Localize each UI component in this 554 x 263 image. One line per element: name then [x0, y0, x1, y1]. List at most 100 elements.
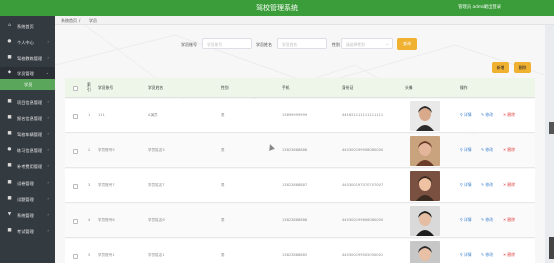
edit-button[interactable]: ✎ 修改: [481, 252, 493, 258]
delete-label: 删除: [507, 112, 515, 117]
close-icon: ✕: [503, 147, 507, 152]
sidebar-item[interactable]: ■ 考试管理 ›: [0, 225, 55, 237]
sidebar-item[interactable]: ⌂ 系统首页: [0, 20, 55, 32]
header-id-card[interactable]: 身份证: [342, 85, 353, 91]
home-icon: ⌂: [8, 23, 11, 28]
header-phone[interactable]: 手机: [282, 85, 290, 91]
breadcrumb-separator: /: [79, 17, 81, 23]
gender-select[interactable]: 请选择性别 ⌄: [341, 38, 393, 49]
chevron-icon: ›: [47, 147, 49, 152]
account-input[interactable]: 学员账号: [202, 38, 252, 49]
delete-label: 删除: [507, 217, 515, 222]
row-delete-button[interactable]: ✕ 删除: [503, 252, 515, 258]
sidebar-item[interactable]: ■ 驾校教练管理 ›: [0, 52, 55, 64]
header-gender[interactable]: 性别: [221, 85, 229, 91]
row-delete-button[interactable]: ✕ 删除: [503, 147, 515, 153]
sidebar-item[interactable]: ■ 项目信息管理 ›: [0, 96, 55, 108]
cell-phone: 13823888887: [282, 183, 308, 187]
chevron-icon: ›: [47, 55, 49, 60]
cell-phone: 13899999999: [282, 113, 308, 117]
sidebar-item[interactable]: ■ 报名信息管理 ›: [0, 112, 55, 124]
view-label: 详情: [464, 112, 472, 117]
header-name[interactable]: 学员姓名: [148, 85, 163, 91]
name-input[interactable]: 学员姓名: [277, 38, 327, 49]
search-icon: ⚲: [460, 252, 463, 257]
exam-icon: ■: [7, 180, 12, 185]
sidebar-item-label: 考试管理: [17, 228, 34, 234]
delete-label: 删除: [507, 182, 515, 187]
row-checkbox[interactable]: [73, 149, 78, 154]
logout-link[interactable]: 退出登录: [484, 4, 501, 10]
scroll-handle[interactable]: [549, 122, 554, 134]
table-row[interactable]: 2 学员账号5 学员姓名5 男 13823888888 44030019990808000…: [65, 134, 535, 168]
edit-button[interactable]: ✎ 修改: [481, 182, 493, 188]
sidebar-item-label: 补考费用管理: [17, 163, 43, 169]
edit-button[interactable]: ✎ 修改: [481, 217, 493, 223]
scroll-handle-bottom[interactable]: [549, 237, 554, 259]
search-button[interactable]: 查询: [397, 38, 417, 50]
search-form: 学员账号 学员账号 学员姓名 学员姓名 性别 请选择性别 ⌄: [55, 38, 545, 50]
row-checkbox[interactable]: [73, 114, 78, 119]
cell-id-card: 440300197070707007: [342, 183, 384, 187]
row-delete-button[interactable]: ✕ 删除: [503, 182, 515, 188]
cell-name: 学员姓名6: [148, 218, 165, 222]
cell-index: 3: [88, 183, 91, 187]
cell-gender: 男: [221, 253, 225, 257]
breadcrumb: 系统首页 / 学员: [55, 16, 554, 25]
sidebar-item[interactable]: ▼ 系统管理 ›: [0, 209, 55, 221]
search-icon: ⚲: [460, 182, 463, 187]
row-checkbox[interactable]: [73, 184, 78, 189]
cell-gender: 男: [221, 218, 225, 222]
cell-phone: 13823888885: [282, 253, 308, 257]
sidebar-item[interactable]: ■ 驾校车辆管理 ›: [0, 128, 55, 140]
view-button[interactable]: ⚲ 详情: [460, 112, 472, 118]
view-button[interactable]: ⚲ 详情: [460, 217, 472, 223]
row-checkbox[interactable]: [73, 219, 78, 224]
close-icon: ✕: [503, 252, 507, 257]
cell-index: 2: [88, 148, 91, 152]
main-content: 学员账号 学员账号 学员姓名 学员姓名 性别 请选择性别 ⌄ 查询 新增 删除 …: [55, 25, 545, 263]
sidebar-item-label: 项目信息管理: [17, 99, 43, 105]
add-button[interactable]: 新增: [492, 62, 509, 73]
table-row[interactable]: 4 学员账号6 学员姓名6 男 13823888886 44030019960606000…: [65, 204, 535, 238]
table-row[interactable]: 1 111 A演员男 13899999999 441621111111111111 ⚲ 详…: [65, 99, 535, 133]
row-delete-button[interactable]: ✕ 删除: [503, 217, 515, 223]
sidebar-item-label: 驾校车辆管理: [17, 131, 43, 137]
chevron-icon: ›: [47, 180, 49, 185]
view-button[interactable]: ⚲ 详情: [460, 182, 472, 188]
breadcrumb-home[interactable]: 系统首页: [61, 18, 77, 24]
cell-index: 4: [88, 218, 91, 222]
header-account[interactable]: 学员账号: [98, 85, 113, 91]
close-icon: ✕: [503, 217, 507, 222]
edit-button[interactable]: ✎ 修改: [481, 147, 493, 153]
table-row[interactable]: 5 学员账号1 学员姓名1 男 13823888885 44030019950505000…: [65, 239, 535, 263]
sidebar-item[interactable]: ● 个人中心 ›: [0, 36, 55, 48]
sidebar-subitem-students[interactable]: 学员: [0, 79, 55, 90]
search-icon: ⚲: [460, 217, 463, 222]
close-icon: ✕: [503, 182, 507, 187]
sidebar-item[interactable]: ■ 试卷管理 ›: [0, 177, 55, 189]
sidebar-item[interactable]: ■ 补考费用管理 ›: [0, 160, 55, 172]
edit-label: 修改: [485, 252, 493, 257]
select-all-checkbox[interactable]: [73, 86, 78, 91]
current-user: 管理员 admin: [458, 5, 486, 10]
sidebar-item[interactable]: ● 练习信息管理 ›: [0, 144, 55, 156]
view-button[interactable]: ⚲ 详情: [460, 147, 472, 153]
table-row[interactable]: 3 学员账号7 学员姓名7 男 13823888887 44030019707070700…: [65, 169, 535, 203]
view-label: 详情: [464, 217, 472, 222]
view-button[interactable]: ⚲ 详情: [460, 252, 472, 258]
person-icon: ●: [7, 39, 12, 44]
row-delete-button[interactable]: ✕ 删除: [503, 112, 515, 118]
sidebar-item-label: 系统管理: [17, 212, 34, 218]
sidebar-item[interactable]: ◆ 学员管理 ⌄: [0, 67, 55, 79]
sidebar-item-label: 练习信息管理: [17, 147, 43, 153]
row-checkbox[interactable]: [73, 254, 78, 259]
pin-icon: ●: [7, 147, 12, 152]
cell-account: 学员账号6: [98, 218, 115, 222]
gender-label: 性别: [332, 41, 340, 47]
sidebar-item[interactable]: ■ 试题管理 ›: [0, 193, 55, 205]
cell-gender: 男: [221, 113, 225, 117]
delete-button[interactable]: 删除: [514, 62, 531, 73]
edit-button[interactable]: ✎ 修改: [481, 112, 493, 118]
list-icon: ■: [7, 99, 12, 104]
